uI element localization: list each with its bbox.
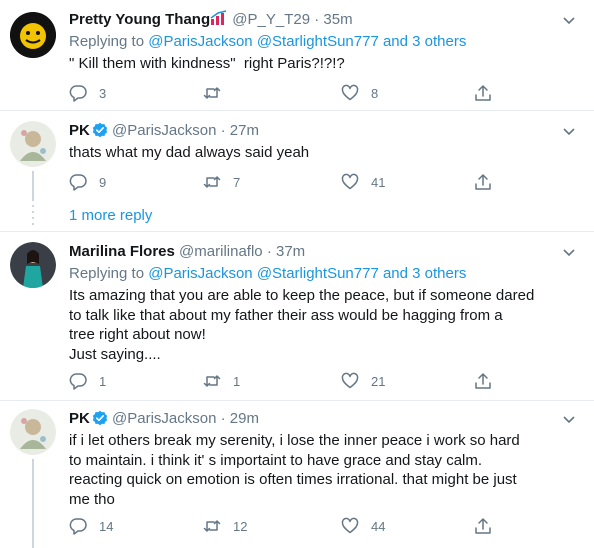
handle[interactable]: @ParisJackson (112, 410, 216, 427)
share-button[interactable] (474, 171, 492, 193)
like-button[interactable]: 41 (341, 171, 385, 193)
thread-line (32, 171, 34, 201)
tweet-text: if i let others break my serenity, i los… (69, 432, 520, 508)
timestamp[interactable]: 29m (230, 410, 259, 427)
chevron-down-icon[interactable] (562, 14, 576, 28)
retweet-count: 12 (233, 518, 248, 534)
reply-icon (69, 174, 87, 191)
retweet-button[interactable]: 7 (203, 171, 240, 193)
avatar-image (10, 409, 56, 455)
tweet-3[interactable]: Marilina Flores @marilinaflo · 37m Reply… (0, 232, 594, 400)
share-button[interactable] (474, 82, 492, 104)
display-name[interactable]: PK (69, 410, 90, 427)
share-button[interactable] (474, 370, 492, 392)
chevron-down-icon[interactable] (562, 246, 576, 260)
display-name[interactable]: Marilina Flores (69, 243, 175, 260)
tweet-header: Pretty Young Thang @P_Y_T29 · 35m (69, 10, 580, 30)
dot-separator: · (314, 11, 320, 28)
share-button[interactable] (474, 515, 492, 537)
timestamp[interactable]: 37m (276, 243, 305, 260)
show-more-replies-link[interactable]: 1 more reply (69, 207, 152, 224)
retweet-count: 7 (233, 174, 241, 190)
replying-to-label: Replying to (69, 265, 145, 282)
heart-icon (341, 84, 359, 101)
reply-count: 1 (99, 373, 107, 389)
tweet-header: PK @ParisJackson · 29m (69, 409, 580, 429)
reply-icon (69, 373, 87, 390)
tweet-header: Marilina Flores @marilinaflo · 37m (69, 242, 580, 262)
like-count: 21 (371, 373, 386, 389)
tweet-4[interactable]: PK @ParisJackson · 29m if i let others b… (0, 401, 594, 548)
handle[interactable]: @marilinaflo (179, 243, 263, 260)
retweet-count: 1 (233, 373, 241, 389)
verified-badge-icon (92, 410, 108, 426)
timestamp[interactable]: 27m (230, 122, 259, 139)
chart-emoji-icon (210, 10, 228, 28)
heart-icon (341, 517, 359, 534)
handle[interactable]: @ParisJackson (112, 122, 216, 139)
avatar[interactable] (10, 409, 56, 455)
verified-badge-icon (92, 122, 108, 138)
avatar-image (10, 12, 56, 58)
share-icon (475, 85, 491, 101)
replying-to-others[interactable]: and 3 others (383, 33, 466, 50)
reply-count: 14 (99, 518, 114, 534)
replying-to: Replying to @ParisJackson @StarlightSun7… (69, 32, 580, 52)
tweet-text: thats what my dad always said yeah (69, 144, 310, 161)
reply-button[interactable]: 14 (69, 515, 113, 537)
retweet-button[interactable] (203, 82, 233, 104)
display-name[interactable]: Pretty Young Thang (69, 11, 210, 28)
avatar-image (10, 121, 56, 167)
reply-button[interactable]: 3 (69, 82, 106, 104)
like-count: 8 (371, 85, 379, 101)
like-button[interactable]: 21 (341, 370, 385, 392)
avatar[interactable] (10, 121, 56, 167)
retweet-icon (203, 520, 221, 532)
avatar-image (10, 242, 56, 288)
tweet-2[interactable]: PK @ParisJackson · 27m thats what my dad… (0, 111, 594, 231)
reply-icon (69, 518, 87, 535)
chevron-down-icon[interactable] (562, 125, 576, 139)
timestamp[interactable]: 35m (323, 11, 352, 28)
replying-to-users[interactable]: @ParisJackson @StarlightSun777 (148, 265, 379, 282)
share-icon (475, 518, 491, 534)
like-count: 41 (371, 174, 386, 190)
dot-separator: · (220, 122, 226, 139)
heart-icon (341, 173, 359, 190)
like-count: 44 (371, 518, 386, 534)
tweet-header: PK @ParisJackson · 27m (69, 121, 580, 141)
tweet-1[interactable]: Pretty Young Thang @P_Y_T29 · 35m Replyi… (0, 0, 594, 110)
heart-icon (341, 372, 359, 389)
like-button[interactable]: 8 (341, 82, 378, 104)
share-icon (475, 373, 491, 389)
dot-separator: · (220, 410, 226, 427)
retweet-button[interactable]: 1 (203, 370, 240, 392)
replying-to-users[interactable]: @ParisJackson @StarlightSun777 (148, 33, 379, 50)
reply-button[interactable]: 1 (69, 370, 106, 392)
thread-line (32, 459, 34, 548)
replying-to: Replying to @ParisJackson @StarlightSun7… (69, 264, 580, 284)
reply-button[interactable]: 9 (69, 171, 106, 193)
tweet-text: " Kill them with kindness" right Paris?!… (69, 55, 345, 72)
tweet-text: Its amazing that you are able to keep th… (69, 287, 535, 363)
chevron-down-icon[interactable] (562, 413, 576, 427)
retweet-icon (203, 375, 221, 387)
replying-to-others[interactable]: and 3 others (383, 265, 466, 282)
retweet-icon (203, 176, 221, 188)
display-name[interactable]: PK (69, 122, 90, 139)
retweet-icon (203, 87, 221, 99)
reply-icon (69, 85, 87, 102)
share-icon (475, 174, 491, 190)
replying-to-label: Replying to (69, 33, 145, 50)
dot-separator: · (266, 243, 272, 260)
retweet-button[interactable]: 12 (203, 515, 247, 537)
handle[interactable]: @P_Y_T29 (232, 11, 310, 28)
like-button[interactable]: 44 (341, 515, 385, 537)
reply-count: 9 (99, 174, 107, 190)
thread-dots (32, 205, 34, 225)
avatar[interactable] (10, 12, 56, 58)
reply-count: 3 (99, 85, 107, 101)
avatar[interactable] (10, 242, 56, 288)
